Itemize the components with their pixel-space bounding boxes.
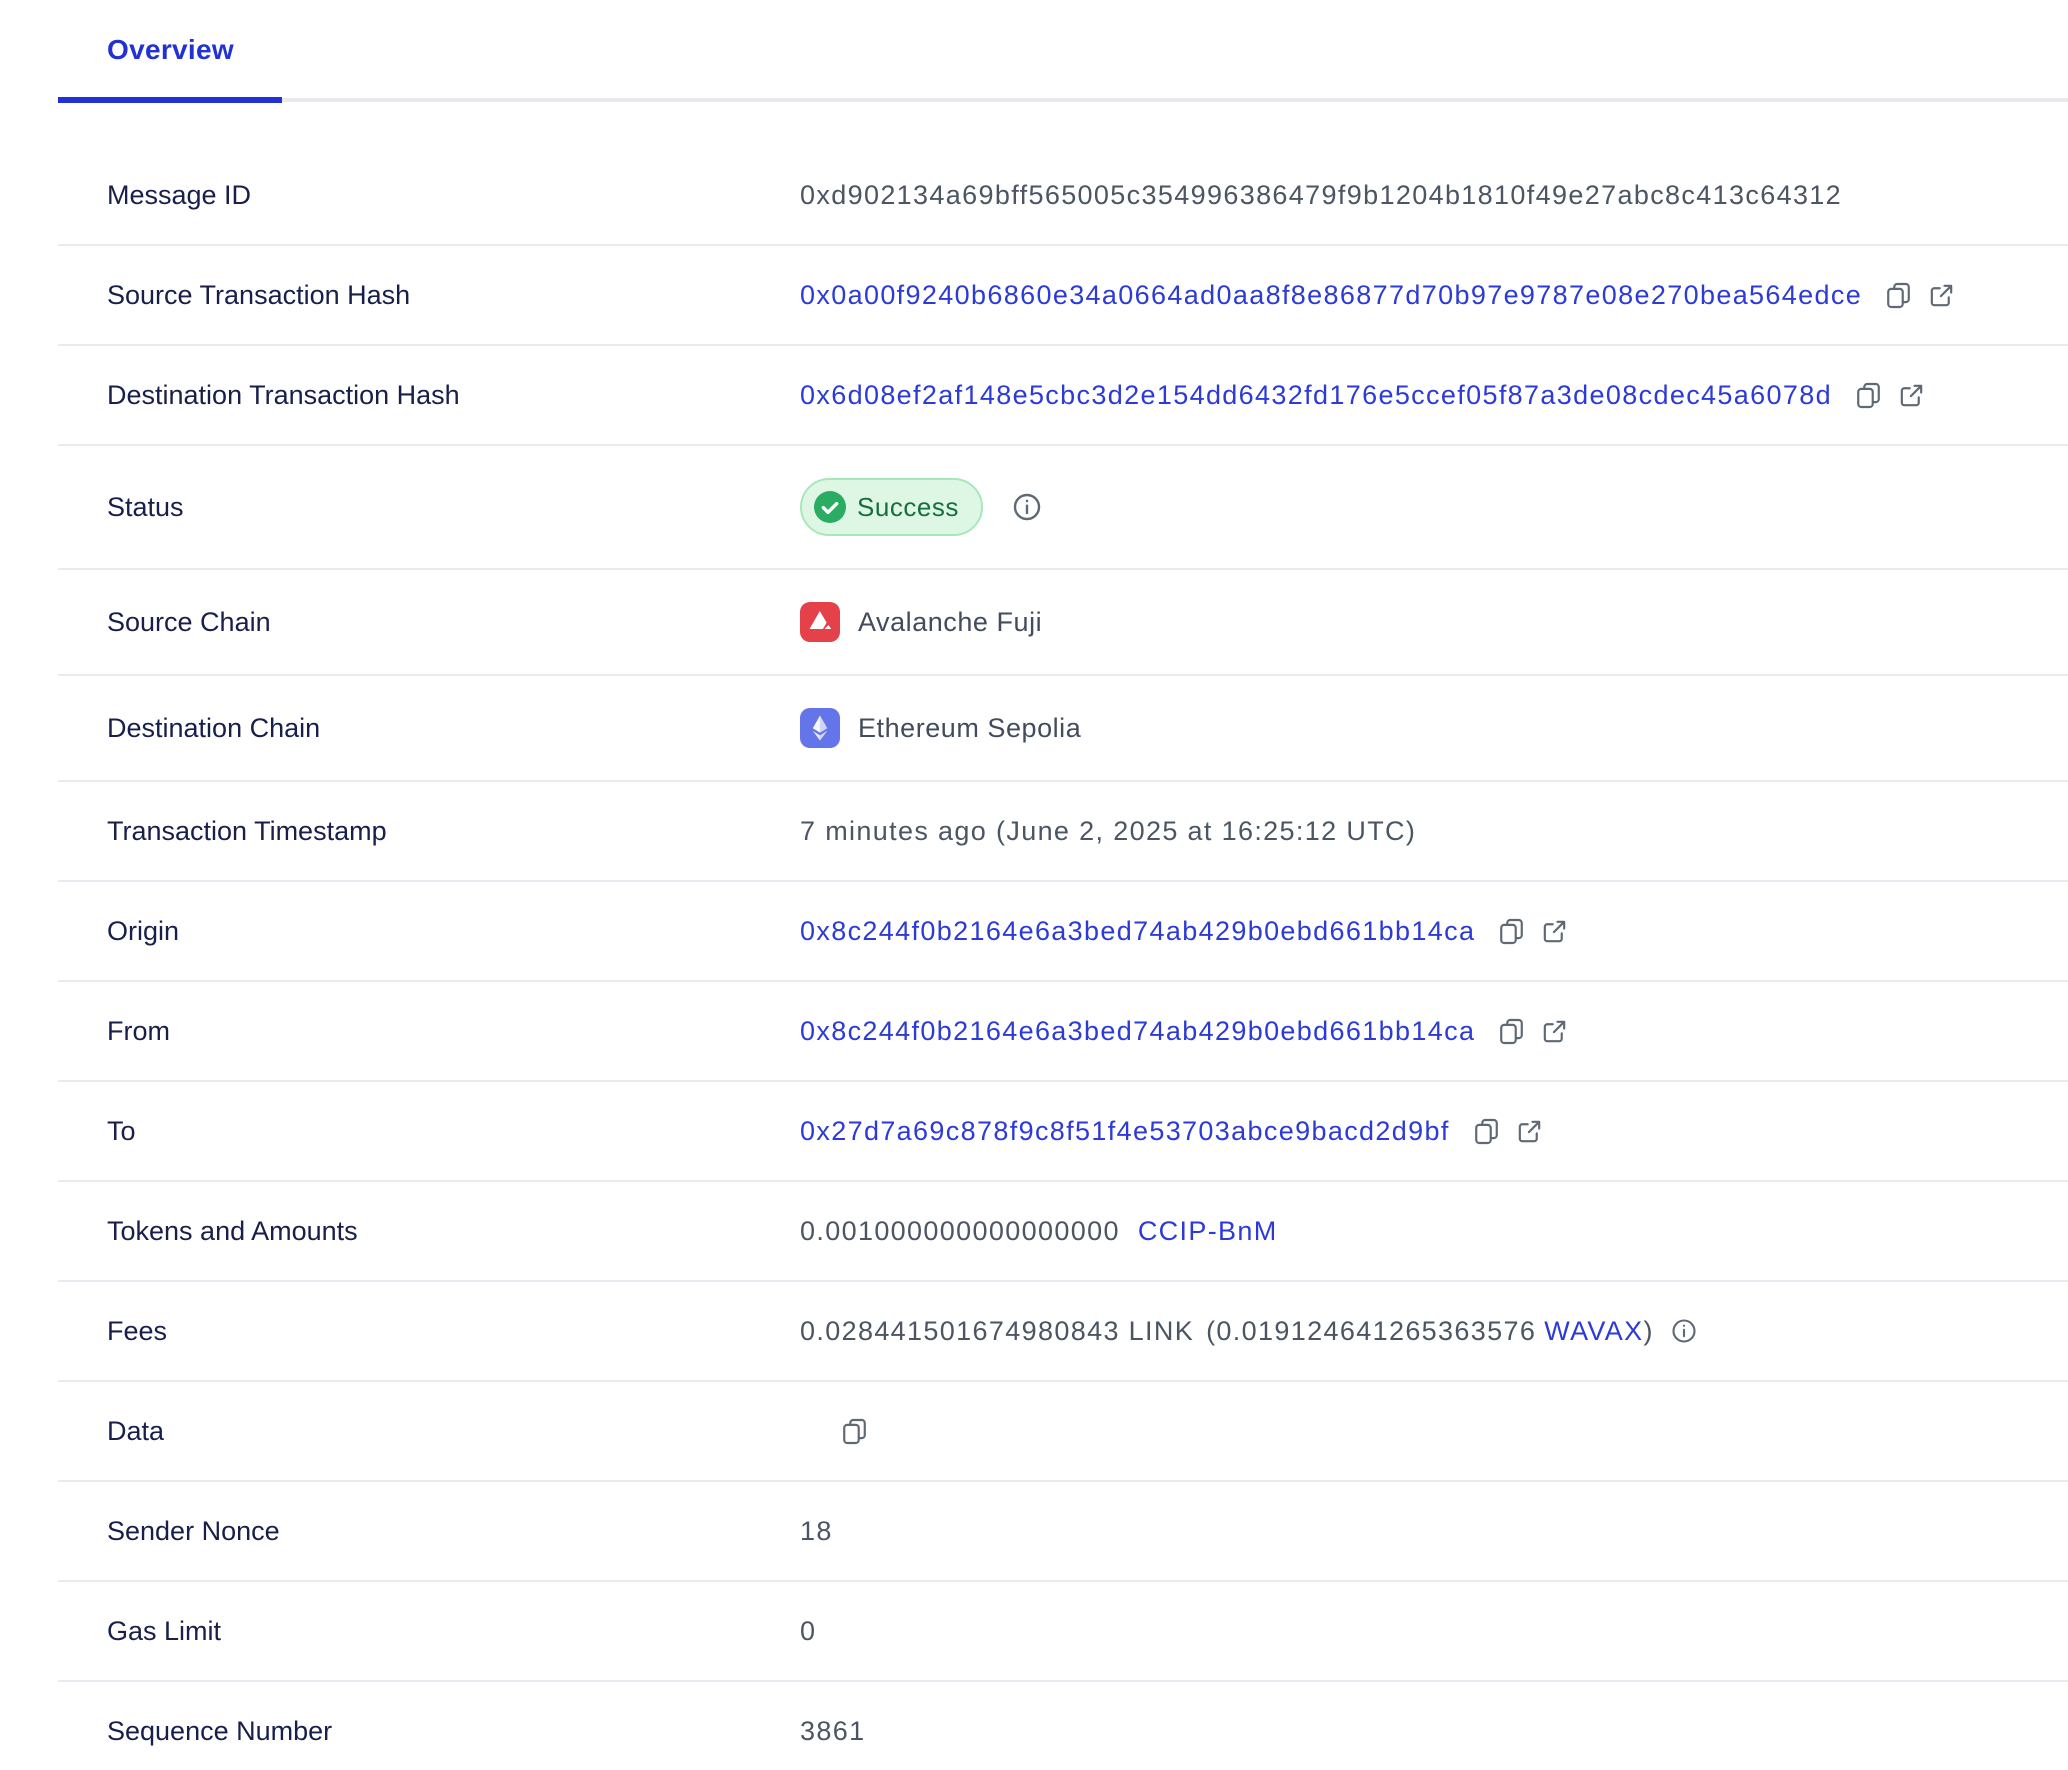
row-sequence-number: Sequence Number 3861: [58, 1682, 2068, 1770]
origin-label: Origin: [107, 914, 800, 948]
copy-icon: [1884, 281, 1913, 310]
external-link-button[interactable]: [1540, 917, 1569, 946]
transaction-timestamp-value: 7 minutes ago (June 2, 2025 at 16:25:12 …: [800, 814, 1416, 848]
tab-bar: Overview: [58, 0, 2068, 102]
sequence-number-label: Sequence Number: [107, 1714, 800, 1748]
token-symbol-link[interactable]: CCIP-BnM: [1138, 1214, 1278, 1248]
fees-amount-value: 0.028441501674980843 LINK: [800, 1314, 1194, 1348]
gas-limit-value: 0: [800, 1614, 816, 1648]
check-circle-icon: [814, 491, 846, 523]
external-link-button[interactable]: [1540, 1017, 1569, 1046]
message-id-value: 0xd902134a69bff565005c354996386479f9b120…: [800, 178, 1842, 212]
fees-info-button[interactable]: [1670, 1317, 1698, 1345]
origin-address-link[interactable]: 0x8c244f0b2164e6a3bed74ab429b0ebd661bb14…: [800, 914, 1475, 948]
gas-limit-label: Gas Limit: [107, 1614, 800, 1648]
fees-label: Fees: [107, 1314, 800, 1348]
from-label: From: [107, 1014, 800, 1048]
external-link-icon: [1540, 917, 1569, 946]
status-badge-text: Success: [857, 490, 959, 524]
row-fees: Fees 0.028441501674980843 LINK (0.019124…: [58, 1282, 2068, 1382]
tab-overview[interactable]: Overview: [58, 30, 282, 98]
destination-chain-label: Destination Chain: [107, 711, 800, 745]
sender-nonce-label: Sender Nonce: [107, 1514, 800, 1548]
row-destination-chain: Destination Chain Ethereum Sepolia: [58, 676, 2068, 782]
source-tx-hash-link[interactable]: 0x0a00f9240b6860e34a0664ad0aa8f8e86877d7…: [800, 278, 1862, 312]
copy-icon: [1497, 917, 1526, 946]
fees-paren-close: ): [1644, 1314, 1654, 1348]
external-link-icon: [1515, 1117, 1544, 1146]
row-message-id: Message ID 0xd902134a69bff565005c3549963…: [58, 146, 2068, 246]
row-data: Data: [58, 1382, 2068, 1482]
row-source-chain: Source Chain Avalanche Fuji: [58, 570, 2068, 676]
from-address-link[interactable]: 0x8c244f0b2164e6a3bed74ab429b0ebd661bb14…: [800, 1014, 1475, 1048]
token-amount-value: 0.001000000000000000: [800, 1214, 1120, 1248]
message-id-label: Message ID: [107, 178, 800, 212]
external-link-icon: [1927, 281, 1956, 310]
copy-button[interactable]: [1854, 381, 1883, 410]
copy-icon: [840, 1417, 869, 1446]
source-chain-name: Avalanche Fuji: [858, 605, 1042, 639]
info-icon: [1011, 491, 1043, 523]
source-tx-hash-label: Source Transaction Hash: [107, 278, 800, 312]
ethereum-icon: [800, 708, 840, 748]
copy-button[interactable]: [1497, 1017, 1526, 1046]
status-info-button[interactable]: [1011, 491, 1043, 523]
external-link-button[interactable]: [1927, 281, 1956, 310]
external-link-button[interactable]: [1897, 381, 1926, 410]
copy-button[interactable]: [1472, 1117, 1501, 1146]
row-tokens-and-amounts: Tokens and Amounts 0.001000000000000000 …: [58, 1182, 2068, 1282]
avalanche-icon: [800, 602, 840, 642]
to-label: To: [107, 1114, 800, 1148]
row-destination-tx-hash: Destination Transaction Hash 0x6d08ef2af…: [58, 346, 2068, 446]
to-address-link[interactable]: 0x27d7a69c878f9c8f51f4e53703abce9bacd2d9…: [800, 1114, 1450, 1148]
row-transaction-timestamp: Transaction Timestamp 7 minutes ago (Jun…: [58, 782, 2068, 882]
fees-converted-amount: (0.019124641265363576: [1206, 1314, 1536, 1348]
data-label: Data: [107, 1414, 800, 1448]
copy-button[interactable]: [1884, 281, 1913, 310]
row-status: Status Success: [58, 446, 2068, 570]
row-gas-limit: Gas Limit 0: [58, 1582, 2068, 1682]
fees-token-symbol-link[interactable]: WAVAX: [1544, 1314, 1643, 1348]
row-to: To 0x27d7a69c878f9c8f51f4e53703abce9bacd…: [58, 1082, 2068, 1182]
sequence-number-value: 3861: [800, 1714, 865, 1748]
copy-data-button[interactable]: [840, 1417, 869, 1446]
transaction-details-table: Message ID 0xd902134a69bff565005c3549963…: [58, 146, 2068, 1770]
status-badge: Success: [800, 478, 983, 536]
row-sender-nonce: Sender Nonce 18: [58, 1482, 2068, 1582]
source-chain-label: Source Chain: [107, 605, 800, 639]
tab-overview-label: Overview: [107, 34, 234, 65]
info-icon: [1670, 1317, 1698, 1345]
row-source-tx-hash: Source Transaction Hash 0x0a00f9240b6860…: [58, 246, 2068, 346]
tokens-and-amounts-label: Tokens and Amounts: [107, 1214, 800, 1248]
destination-tx-hash-label: Destination Transaction Hash: [107, 378, 800, 412]
status-label: Status: [107, 490, 800, 524]
sender-nonce-value: 18: [800, 1514, 833, 1548]
external-link-icon: [1897, 381, 1926, 410]
destination-tx-hash-link[interactable]: 0x6d08ef2af148e5cbc3d2e154dd6432fd176e5c…: [800, 378, 1832, 412]
ccip-transaction-details-page: Overview Message ID 0xd902134a69bff56500…: [0, 0, 2068, 1770]
copy-icon: [1497, 1017, 1526, 1046]
external-link-icon: [1540, 1017, 1569, 1046]
copy-icon: [1472, 1117, 1501, 1146]
destination-chain-name: Ethereum Sepolia: [858, 711, 1081, 745]
copy-icon: [1854, 381, 1883, 410]
row-origin: Origin 0x8c244f0b2164e6a3bed74ab429b0ebd…: [58, 882, 2068, 982]
copy-button[interactable]: [1497, 917, 1526, 946]
row-from: From 0x8c244f0b2164e6a3bed74ab429b0ebd66…: [58, 982, 2068, 1082]
transaction-timestamp-label: Transaction Timestamp: [107, 814, 800, 848]
external-link-button[interactable]: [1515, 1117, 1544, 1146]
